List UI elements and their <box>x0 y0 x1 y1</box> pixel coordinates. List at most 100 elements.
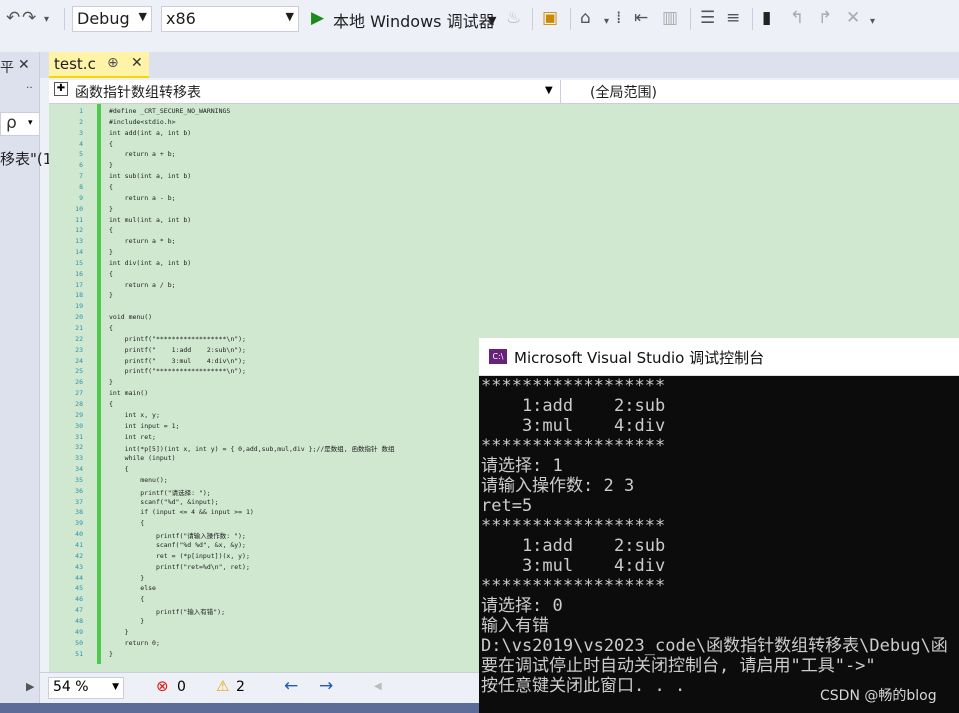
code-line[interactable]: scanf("%d", &input); <box>109 498 218 506</box>
code-line[interactable]: } <box>109 205 113 213</box>
play-icon[interactable]: ▶ <box>311 8 324 28</box>
code-line[interactable]: return 0; <box>109 639 160 647</box>
code-line[interactable]: } <box>109 378 113 386</box>
next-bookmark-icon[interactable]: ↱ <box>818 8 832 28</box>
code-line[interactable]: return a / b; <box>109 281 176 289</box>
code-line[interactable]: { <box>109 324 113 332</box>
code-line[interactable]: #define _CRT_SECURE_NO_WARNINGS <box>109 107 230 115</box>
navigate-forward-icon[interactable]: → <box>319 676 333 696</box>
navigate-back-icon[interactable]: ← <box>284 676 298 696</box>
toolbar-overflow-icon[interactable]: ▾ <box>870 16 875 27</box>
global-scope-dropdown[interactable]: (全局范围) <box>566 80 959 103</box>
clear-bookmark-icon[interactable]: ✕ <box>846 8 860 28</box>
code-line[interactable]: menu(); <box>109 476 167 484</box>
code-line[interactable]: int main() <box>109 389 148 397</box>
code-line[interactable]: { <box>109 140 113 148</box>
code-line[interactable]: printf("输入有错"); <box>109 606 225 616</box>
console-line: ret=5 <box>481 496 533 516</box>
code-line[interactable]: #include<stdio.h> <box>109 118 176 126</box>
code-line[interactable]: } <box>109 248 113 256</box>
scroll-right-icon[interactable]: ▶ <box>26 680 34 693</box>
code-line[interactable]: int ret; <box>109 433 156 441</box>
undo-icon[interactable]: ↶ <box>6 8 20 28</box>
function-scope-dropdown[interactable]: ✚ 函数指针数组转移表 ▼ <box>49 80 561 103</box>
code-line[interactable]: scanf("%d %d", &x, &y); <box>109 541 246 549</box>
csdn-watermark: CSDN @畅的blog <box>820 688 937 704</box>
code-line[interactable]: if (input <= 4 && input >= 1) <box>109 508 254 516</box>
code-line[interactable]: return a - b; <box>109 194 176 202</box>
close-tab-icon[interactable]: ✕ <box>131 55 143 71</box>
console-title-bar[interactable]: C:\ Microsoft Visual Studio 调试控制台 <box>479 338 959 376</box>
scroll-left-icon[interactable]: ◀ <box>374 681 382 692</box>
error-icon[interactable]: ⊗ <box>156 677 169 695</box>
code-line[interactable]: } <box>109 161 113 169</box>
code-line[interactable]: } <box>109 628 129 636</box>
code-line[interactable]: printf("******************\n"); <box>109 367 246 375</box>
line-number: 10 <box>75 204 83 213</box>
run-debugger-button[interactable]: 本地 Windows 调试器 <box>333 8 495 32</box>
code-line[interactable]: } <box>109 617 144 625</box>
code-line[interactable]: int input = 1; <box>109 422 180 430</box>
warning-count[interactable]: 2 <box>236 679 245 695</box>
code-line[interactable]: printf("请选择: "); <box>109 487 210 497</box>
pane-menu-icon[interactable]: ‥ <box>26 80 33 91</box>
code-line[interactable]: printf(" 1:add 2:sub\n"); <box>109 346 246 354</box>
code-line[interactable]: else <box>109 584 156 592</box>
code-line[interactable]: { <box>109 226 113 234</box>
code-line[interactable]: int mul(int a, int b) <box>109 216 191 224</box>
home-icon[interactable]: ⌂ <box>580 8 591 28</box>
code-line[interactable]: void menu() <box>109 313 152 321</box>
zoom-level: 54 % <box>53 679 89 695</box>
console-line: 请选择: 0 <box>481 596 563 616</box>
code-line[interactable]: { <box>109 595 144 603</box>
console-line: 3:mul 4:div <box>481 556 666 576</box>
code-line[interactable]: } <box>109 574 144 582</box>
indent-icon[interactable]: ☰ <box>700 8 715 28</box>
code-line[interactable]: printf(" 3:mul 4:div\n"); <box>109 357 246 365</box>
code-line[interactable]: printf("请输入操作数: "); <box>109 530 246 540</box>
bookmark-icon[interactable]: ▮ <box>762 8 771 28</box>
code-line[interactable]: return a * b; <box>109 237 176 245</box>
open-folder-icon[interactable]: ▣ <box>542 8 558 28</box>
code-line[interactable]: { <box>109 519 144 527</box>
error-count[interactable]: 0 <box>177 679 186 695</box>
platform-dropdown[interactable]: x86 ▼ <box>161 6 299 32</box>
code-line[interactable]: while (input) <box>109 454 176 462</box>
pin-icon[interactable]: ⊕ <box>107 55 119 71</box>
zoom-dropdown[interactable]: 54 % ▼ <box>48 677 124 699</box>
code-line[interactable]: } <box>109 650 113 658</box>
code-line[interactable]: int(*p[5])(int x, int y) = { 0,add,sub,m… <box>109 443 395 453</box>
tab-test-c[interactable]: test.c ⊕ ✕ <box>49 52 149 78</box>
code-line[interactable]: int x, y; <box>109 411 160 419</box>
pane-search-box[interactable]: ρ ▾ <box>0 112 40 136</box>
code-line[interactable]: } <box>109 291 113 299</box>
code-line[interactable]: printf("******************\n"); <box>109 335 246 343</box>
code-line[interactable]: { <box>109 465 129 473</box>
line-number: 18 <box>75 291 83 300</box>
warning-icon[interactable]: ⚠ <box>216 677 229 695</box>
dropdown-icon[interactable]: ▾ <box>604 16 609 27</box>
search-icon: ρ <box>6 113 17 133</box>
code-line[interactable]: int div(int a, int b) <box>109 259 191 267</box>
code-line[interactable]: int sub(int a, int b) <box>109 172 191 180</box>
prev-bookmark-icon[interactable]: ↰ <box>790 8 804 28</box>
debug-console-window[interactable]: C:\ Microsoft Visual Studio 调试控制台 ******… <box>479 338 959 713</box>
outdent-icon[interactable]: ≡ <box>726 8 740 28</box>
layout-icon[interactable]: ▥ <box>662 8 678 28</box>
line-number: 22 <box>75 334 83 343</box>
run-dropdown-icon[interactable]: ▼ <box>488 14 496 27</box>
code-line[interactable]: { <box>109 400 113 408</box>
chevron-down-icon: ▼ <box>285 10 294 23</box>
code-line[interactable]: return a + b; <box>109 150 176 158</box>
redo-dropdown-icon[interactable]: ▾ <box>44 14 49 25</box>
code-line[interactable]: { <box>109 270 113 278</box>
code-line[interactable]: { <box>109 183 113 191</box>
tree-item-truncated[interactable]: 移表"(1 <box>0 148 52 169</box>
step-icon[interactable]: ⇤ <box>634 8 648 28</box>
configuration-dropdown[interactable]: Debug ▼ <box>72 6 152 32</box>
code-line[interactable]: ret = (*p[input])(x, y); <box>109 552 250 560</box>
redo-icon[interactable]: ↷ <box>22 8 36 28</box>
pane-close-icon[interactable]: ✕ <box>18 57 30 73</box>
code-line[interactable]: printf("ret=%d\n", ret); <box>109 563 250 571</box>
code-line[interactable]: int add(int a, int b) <box>109 129 191 137</box>
